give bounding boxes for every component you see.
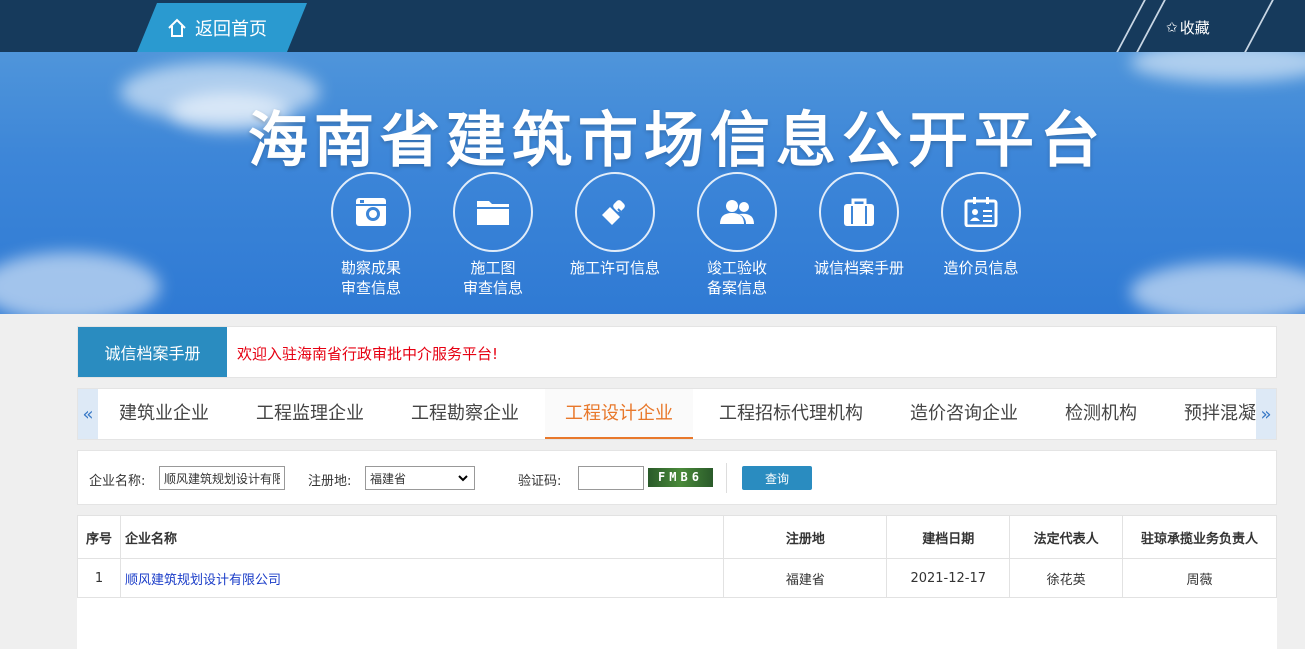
region-select[interactable]: 福建省	[365, 466, 475, 490]
cell-index: 1	[77, 558, 121, 598]
cloud-decor	[0, 252, 160, 314]
favorite-button[interactable]: ✩ 收藏	[1166, 17, 1210, 38]
captcha-label: 验证码:	[518, 474, 562, 489]
briefcase-icon	[844, 198, 874, 226]
cell-local-manager: 周薇	[1122, 558, 1277, 598]
nav-completion-filing[interactable]: 竣工验收 备案信息	[682, 172, 792, 298]
cell-region: 福建省	[723, 558, 888, 598]
cell-legal-rep: 徐花英	[1009, 558, 1124, 598]
nav-cost-engineer-label: 造价员信息	[943, 259, 1019, 277]
favorite-label: 收藏	[1179, 19, 1210, 37]
region-label: 注册地:	[308, 474, 352, 489]
tab-testing-agency[interactable]: 检测机构	[1065, 389, 1137, 439]
nav-cost-engineer[interactable]: 造价员信息	[926, 172, 1036, 278]
nav-construction-permit[interactable]: 施工许可信息	[560, 172, 670, 278]
col-header-company: 企业名称	[119, 515, 725, 559]
users-icon	[720, 200, 754, 224]
nav-completion-filing-label: 竣工验收 备案信息	[706, 259, 767, 297]
cloud-decor	[1130, 52, 1305, 82]
category-tabs: « 建筑业企业 工程监理企业 工程勘察企业 工程设计企业 工程招标代理机构 造价…	[77, 388, 1277, 440]
nav-drawing-review-label: 施工图 审查信息	[462, 259, 523, 297]
col-header-index: 序号	[77, 515, 121, 559]
captcha-image[interactable]: FMB6	[648, 468, 713, 487]
tab-supervision-enterprise[interactable]: 工程监理企业	[256, 389, 364, 439]
chevron-down-icon	[458, 475, 468, 482]
cell-filing-date: 2021-12-17	[886, 558, 1011, 598]
stamp-icon	[602, 200, 625, 225]
col-header-filing-date: 建档日期	[886, 515, 1011, 559]
company-name-label: 企业名称:	[89, 474, 146, 489]
top-bar: 返回首页 ✩ 收藏	[0, 0, 1305, 52]
notice-bar: 诚信档案手册 欢迎入驻海南省行政审批中介服务平台!	[77, 326, 1277, 378]
region-selected-value: 福建省	[370, 471, 407, 486]
query-button[interactable]: 查询	[742, 466, 812, 490]
tabs-next-button[interactable]: »	[1256, 389, 1276, 439]
result-table: 序号 企业名称 注册地 建档日期 法定代表人 驻琼承揽业务负责人 1 顺风建筑规…	[77, 515, 1277, 598]
home-icon	[168, 18, 186, 37]
nav-credit-manual[interactable]: 诚信档案手册	[804, 172, 914, 278]
tab-survey-enterprise[interactable]: 工程勘察企业	[411, 389, 519, 439]
col-header-region: 注册地	[723, 515, 888, 559]
nav-drawing-review[interactable]: 施工图 审查信息	[438, 172, 548, 298]
decor-line	[1244, 0, 1274, 52]
company-link[interactable]: 顺风建筑规划设计有限公司	[125, 573, 281, 588]
result-panel: 序号 企业名称 注册地 建档日期 法定代表人 驻琼承揽业务负责人 1 顺风建筑规…	[77, 515, 1277, 649]
tab-bidding-agency[interactable]: 工程招标代理机构	[719, 389, 863, 439]
tab-design-enterprise[interactable]: 工程设计企业	[545, 389, 693, 439]
tab-cost-consulting[interactable]: 造价咨询企业	[910, 389, 1018, 439]
nav-construction-permit-label: 施工许可信息	[569, 259, 660, 277]
tabs-prev-button[interactable]: «	[78, 389, 98, 439]
folder-icon	[477, 201, 509, 225]
divider	[726, 463, 727, 493]
table-row: 1 顺风建筑规划设计有限公司 福建省 2021-12-17 徐花英 周薇	[77, 558, 1277, 598]
tab-construction-enterprise[interactable]: 建筑业企业	[119, 389, 209, 439]
banner: 海南省建筑市场信息公开平台 勘察成果 审查信息 施工图 审查信息 施工许可信息 …	[0, 52, 1305, 314]
home-label: 返回首页	[195, 18, 267, 40]
notice-text: 欢迎入驻海南省行政审批中介服务平台!	[237, 345, 499, 363]
col-header-legal-rep: 法定代表人	[1009, 515, 1124, 559]
nav-credit-manual-label: 诚信档案手册	[813, 259, 904, 277]
company-name-input[interactable]	[159, 466, 285, 490]
cloud-decor	[1130, 262, 1305, 314]
nav-survey-review[interactable]: 勘察成果 审查信息	[316, 172, 426, 298]
site-title: 海南省建筑市场信息公开平台	[248, 106, 1106, 176]
captcha-input[interactable]	[578, 466, 644, 490]
id-card-icon	[964, 197, 998, 227]
notice-tag: 诚信档案手册	[78, 327, 227, 377]
search-form: 企业名称: 注册地: 福建省 验证码: FMB6 查询	[77, 450, 1277, 505]
star-icon: ✩	[1166, 19, 1178, 36]
tab-ready-mixed-concrete[interactable]: 预拌混凝	[1184, 389, 1256, 439]
col-header-local-manager: 驻琼承揽业务负责人	[1122, 515, 1277, 559]
home-button[interactable]: 返回首页	[137, 3, 307, 52]
camera-icon	[356, 198, 386, 226]
nav-survey-review-label: 勘察成果 审查信息	[340, 259, 401, 297]
table-header-row: 序号 企业名称 注册地 建档日期 法定代表人 驻琼承揽业务负责人	[77, 515, 1277, 559]
